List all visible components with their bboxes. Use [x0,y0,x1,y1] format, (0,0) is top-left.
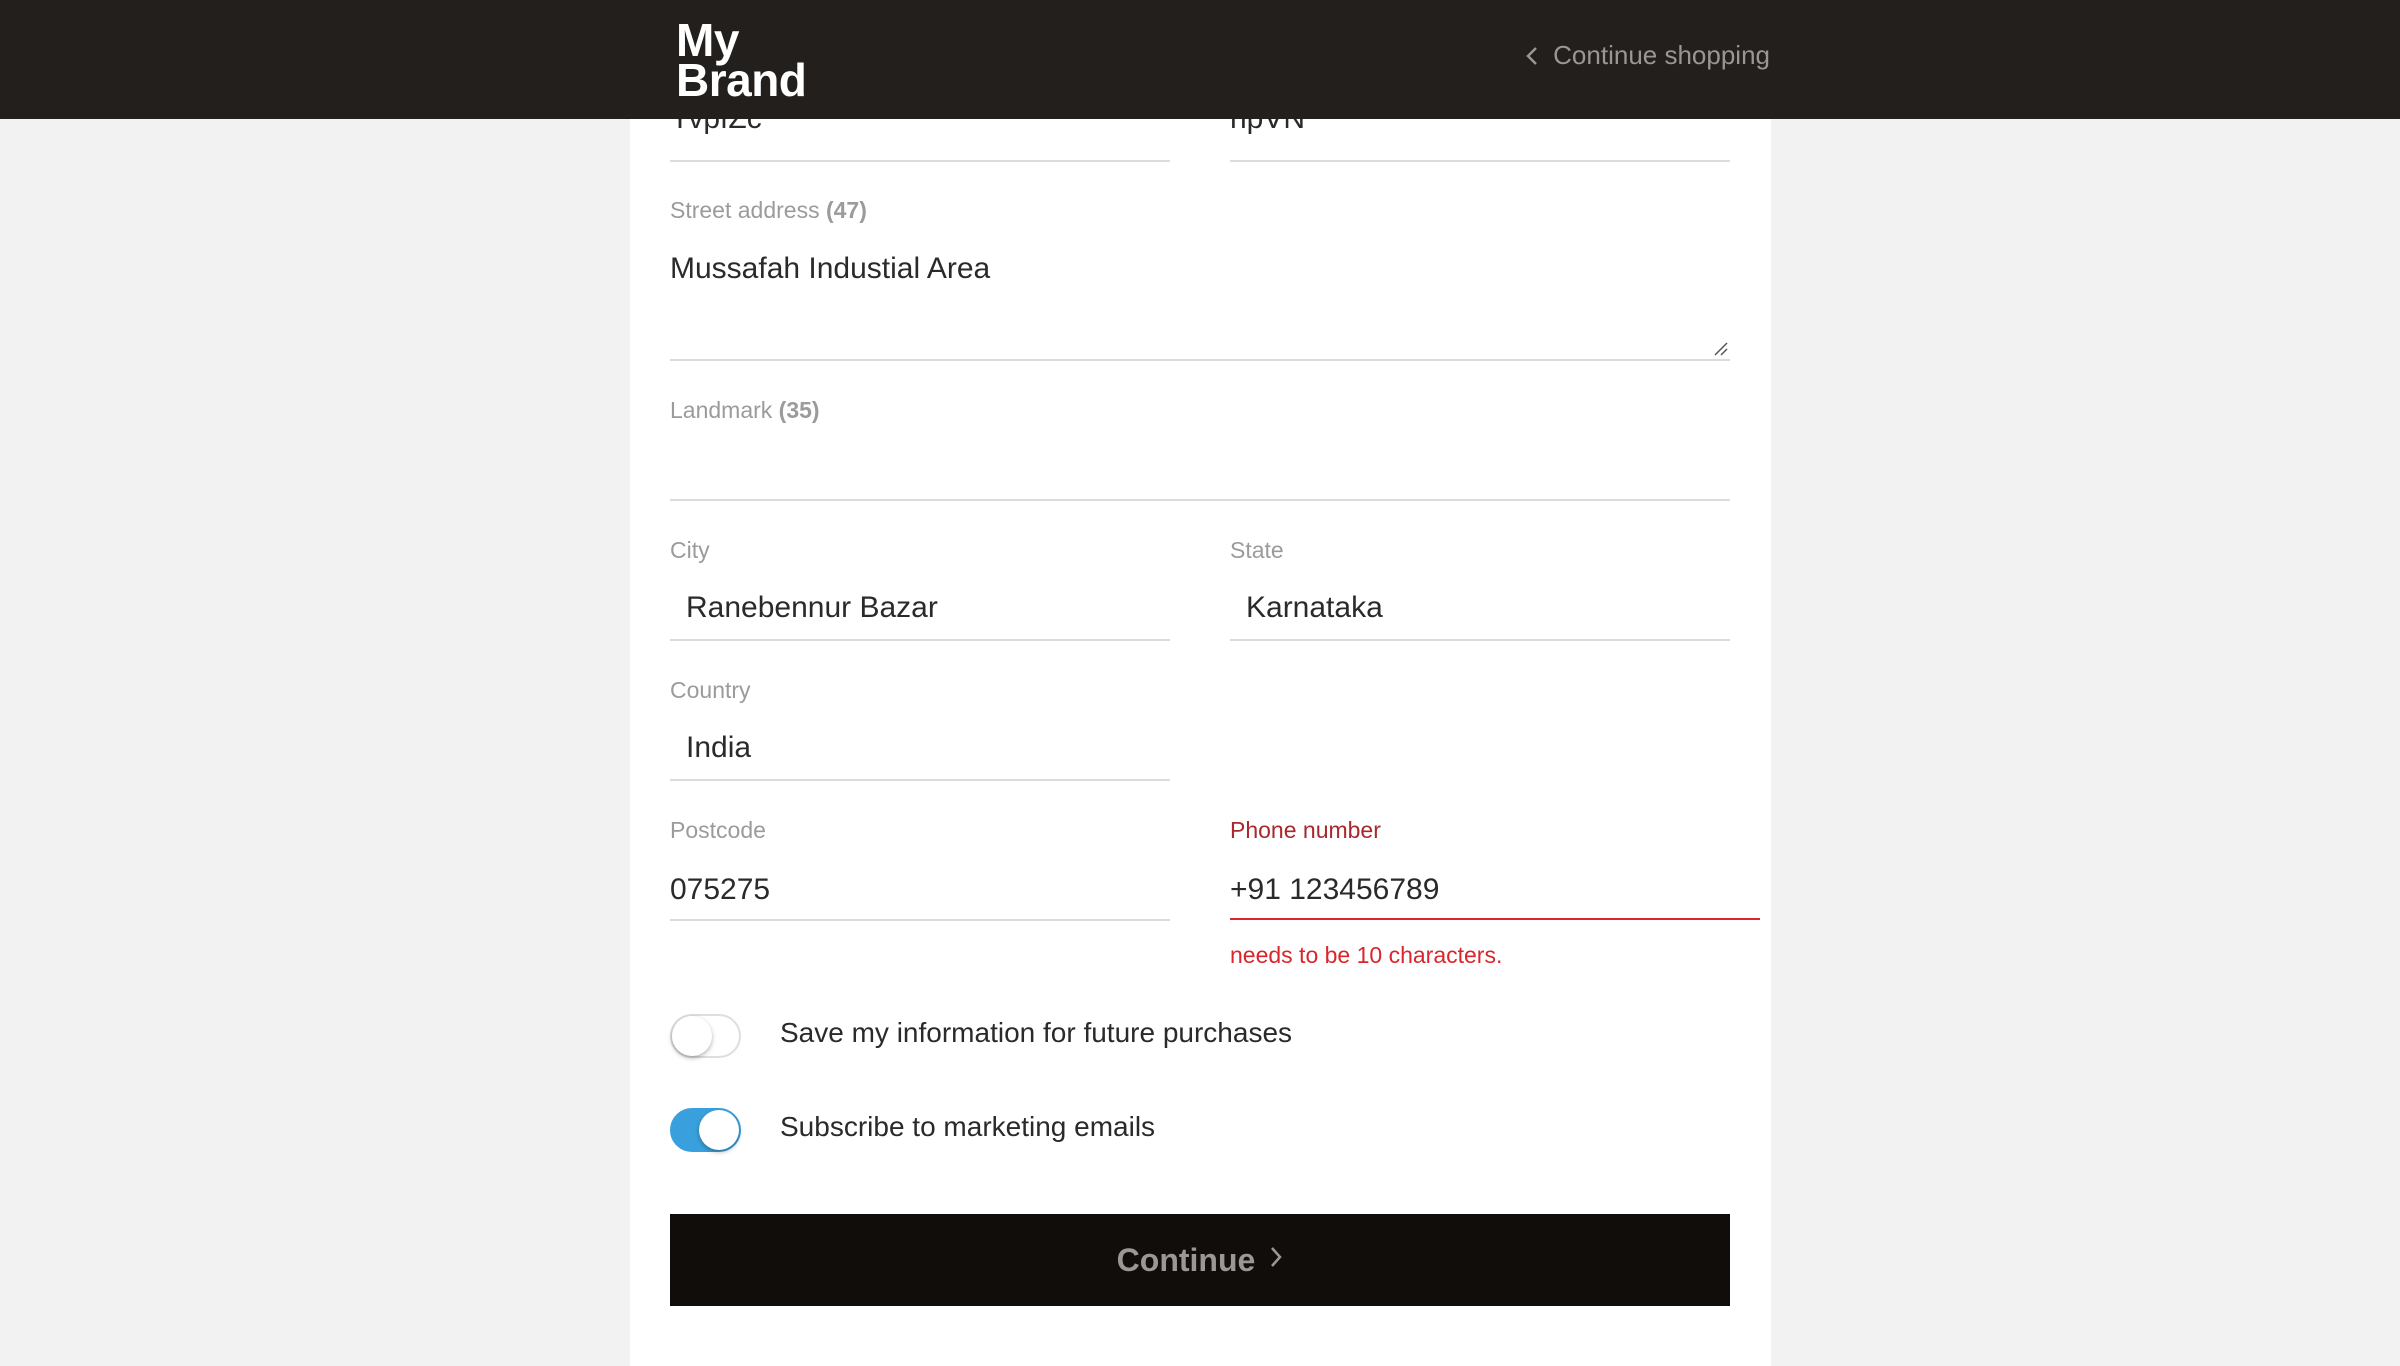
city-input[interactable] [686,579,1166,637]
chevron-right-icon [1271,1247,1282,1267]
country-underline [670,779,1170,781]
brand-logo[interactable]: My Brand [676,17,807,106]
first-name-underline [670,160,1170,162]
top-bar: My Brand Continue shopping [0,0,2400,119]
postcode-label: Postcode [670,817,766,843]
country-field: Country [670,677,1170,782]
last-name-underline [1230,160,1730,162]
save-info-toggle[interactable] [670,1014,741,1058]
street-address-label: Street address (47) [670,197,867,223]
phone-field: Phone number needs to be 10 characters. [1230,817,1760,977]
landmark-field: Landmark (35) [670,397,1730,502]
phone-input[interactable] [1230,861,1760,919]
city-underline [670,639,1170,641]
checkout-form-panel: Street address (47) Landmark (35) City S… [630,89,1771,1366]
chevron-left-icon [1526,46,1538,65]
street-address-input[interactable] [670,239,1710,299]
state-field: State [1230,537,1730,642]
landmark-input[interactable] [670,439,1730,497]
city-field: City [670,537,1170,642]
toggle-knob [699,1110,739,1150]
toggle-knob [672,1016,712,1056]
state-input[interactable] [1246,579,1726,637]
postcode-input[interactable] [670,861,1170,919]
city-label: City [670,537,710,563]
street-underline [670,359,1730,361]
postcode-underline [670,919,1170,921]
landmark-underline [670,499,1730,501]
logo-line-2: Brand [676,54,807,106]
resize-grip-icon[interactable] [1714,342,1728,356]
landmark-label: Landmark (35) [670,397,820,423]
subscribe-label: Subscribe to marketing emails [780,1111,1156,1142]
postcode-field: Postcode [670,817,1170,922]
continue-shopping-label: Continue shopping [1553,40,1770,70]
continue-button[interactable]: Continue [670,1214,1730,1306]
phone-error-message: needs to be 10 characters. [1230,942,1503,968]
country-label: Country [670,677,751,703]
subscribe-toggle[interactable] [670,1108,741,1152]
continue-button-label: Continue [1116,1241,1256,1278]
street-address-field: Street address (47) [670,197,1730,362]
save-info-label: Save my information for future purchases [780,1017,1293,1048]
country-select[interactable] [686,719,1166,777]
continue-shopping-link[interactable]: Continue shopping [1525,40,1770,71]
phone-underline-error [1230,918,1760,920]
landmark-char-count: (35) [778,397,820,423]
phone-label: Phone number [1230,817,1381,843]
state-label: State [1230,537,1284,563]
state-underline [1230,639,1730,641]
street-char-count: (47) [825,197,867,223]
